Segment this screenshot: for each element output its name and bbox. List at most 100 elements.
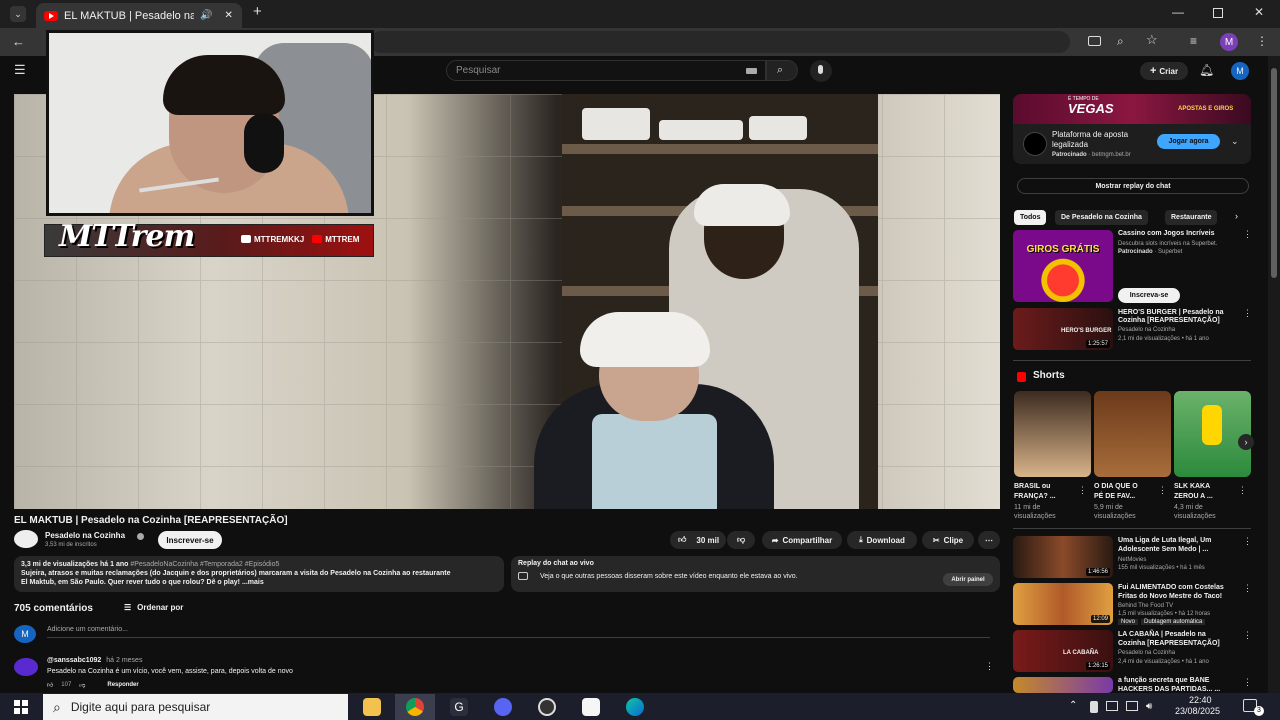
hashtags[interactable]: #PesadeloNaCozinha #Temporada2 #Episódio… [130,561,279,568]
short-title-3[interactable]: SLK KAKA ZEROU A ... [1174,482,1242,502]
browser-menu-icon[interactable]: ⋮ [1256,35,1268,47]
clock-date[interactable]: 23/08/2025 [1175,706,1220,716]
comment-like-icon[interactable]: 👍︎ [47,681,53,689]
clock-time[interactable]: 22:40 [1189,695,1212,705]
video-thumbnail[interactable]: 12:09 [1013,583,1113,625]
back-arrow-icon[interactable]: ← [12,35,25,48]
app-k-icon[interactable] [582,698,600,716]
channel-avatar-image[interactable] [14,530,38,548]
video-title-line1[interactable]: HERO'S BURGER | Pesadelo na [1118,309,1238,317]
download-button[interactable]: ⤓ Download [847,531,917,549]
comment-more-icon[interactable]: ⋮ [985,661,994,672]
short-thumbnail-1[interactable] [1014,391,1091,477]
promo-thumbnail[interactable]: GIROS GRÁTIS [1013,230,1113,302]
clip-button[interactable]: ✂ Clipe [922,531,974,549]
minimize-icon[interactable]: — [1172,6,1184,18]
speaker-icon[interactable]: 🔊 [200,10,212,21]
obs-icon[interactable] [538,698,556,716]
tray-icons[interactable]: 🔊︎ [1090,701,1170,713]
hamburger-menu-icon[interactable]: ☰ [14,63,26,76]
tab-list-chevron-icon[interactable]: ⌄ [10,6,26,22]
video-more-icon[interactable]: ⋮ [1243,677,1252,688]
video-title-line1[interactable]: a função secreta que BANE [1118,677,1238,685]
profile-avatar[interactable]: M [1220,33,1238,51]
chrome-icon[interactable] [406,698,424,716]
promo-more-icon[interactable]: ⋮ [1243,229,1252,240]
keyboard-icon[interactable] [746,68,757,74]
video-more-icon[interactable]: ⋮ [1243,583,1252,594]
app-g-icon[interactable]: G [450,698,468,716]
video-thumbnail[interactable] [1013,677,1113,693]
video-more-icon[interactable]: ⋮ [1243,308,1252,319]
video-channel[interactable]: Pesadelo na Cozinha [1118,649,1243,657]
voice-search-button[interactable] [810,60,832,82]
chip-restaurant[interactable]: Restaurante [1165,210,1218,225]
scrollbar-thumb[interactable] [1271,68,1277,278]
more-actions-button[interactable]: ⋯ [978,531,1000,549]
ad-expand-chevron-icon[interactable]: ⌄ [1231,136,1239,147]
search-button[interactable]: ⌕ [766,60,798,81]
show-chat-replay-button[interactable]: Mostrar replay do chat [1017,178,1249,194]
more-link[interactable]: ...mais [242,579,264,586]
promo-subscribe-button[interactable]: Inscreva-se [1118,288,1180,303]
dislike-button[interactable]: 👎︎ [727,531,755,549]
browser-tab-active[interactable]: EL MAKTUB | Pesadelo na C 🔊 ✕ [36,3,242,28]
short-thumbnail-3[interactable] [1174,391,1251,477]
description-box[interactable]: 3,3 mi de visualizações há 1 ano #Pesade… [14,556,504,592]
search-input[interactable]: Pesquisar [446,60,766,81]
tray-chevron-icon[interactable]: ⌃ [1069,700,1077,711]
video-thumbnail[interactable]: HERO'S BURGER 1:25:57 [1013,308,1113,350]
new-tab-plus-icon[interactable]: + [253,4,262,19]
video-more-icon[interactable]: ⋮ [1243,536,1252,547]
ad-cta-button[interactable]: Jogar agora [1157,134,1220,149]
tab-close-icon[interactable]: ✕ [224,10,232,21]
sort-comments-button[interactable]: ☰ Ordenar por [124,603,183,612]
comment-author[interactable]: @sanssabc1092 [47,657,101,664]
restore-icon[interactable] [1213,8,1223,18]
video-channel[interactable]: Behind The Food TV [1118,602,1243,610]
address-bar[interactable] [370,31,1070,53]
add-comment-input[interactable]: Adicione um comentário... [47,626,990,638]
channel-avatar[interactable]: M [1231,62,1249,80]
short-more-icon-1[interactable]: ⋮ [1078,485,1087,496]
chips-next-arrow-icon[interactable]: › [1235,211,1238,221]
video-more-icon[interactable]: ⋮ [1243,630,1252,641]
create-button[interactable]: + Criar [1140,62,1188,80]
usb-icon[interactable] [1090,701,1098,713]
short-title-2[interactable]: O DIA QUE O PÉ DE FAV... [1094,482,1162,502]
video-channel[interactable]: NetMovies [1118,556,1243,564]
notifications-bell-icon[interactable]: 🔔︎ [1199,64,1214,76]
video-thumbnail[interactable]: LA CABAÑA 1:26:15 [1013,630,1113,672]
video-title-line2[interactable]: Cozinha [REAPRESENTAÇÃO] [1118,317,1238,325]
video-title-line1[interactable]: Fui ALIMENTADO com Costelas [1118,584,1238,592]
share-button[interactable]: ➦ Compartilhar [762,531,842,549]
video-thumbnail[interactable]: 1:46:56 [1013,536,1113,578]
volume-icon[interactable]: 🔊︎ [1146,701,1152,713]
short-more-icon-2[interactable]: ⋮ [1158,485,1167,496]
zoom-icon[interactable]: ⌕ [1117,35,1124,47]
network-icon[interactable] [1106,701,1118,711]
short-more-icon-3[interactable]: ⋮ [1238,485,1247,496]
video-title-line2[interactable]: Cozinha [REAPRESENTAÇÃO] [1118,640,1238,648]
channel-name[interactable]: Pesadelo na Cozinha [45,531,125,540]
shorts-next-button[interactable]: › [1238,434,1254,450]
edge-icon[interactable] [626,698,644,716]
promo-title[interactable]: Cassino com Jogos Incríveis [1118,230,1238,238]
media-control-icon[interactable]: ≡ [1190,35,1197,47]
short-thumbnail-2[interactable] [1094,391,1171,477]
like-button[interactable]: 👍︎ 30 mil [670,531,726,549]
subscribe-button[interactable]: Inscrever-se [158,531,222,549]
page-scrollbar[interactable] [1268,56,1280,693]
screen-icon[interactable] [1126,701,1138,711]
windows-start-icon[interactable] [14,700,28,714]
video-title-line1[interactable]: LA CABAÑA | Pesadelo na [1118,631,1238,639]
ad-card[interactable]: É TEMPO DE VEGAS APOSTAS E GIROS Platafo… [1013,94,1251,164]
taskbar-search[interactable]: ⌕ Digite aqui para pesquisar [43,694,348,720]
short-title-1[interactable]: BRASIL ou FRANÇA? ... [1014,482,1082,502]
discord-icon[interactable] [494,698,512,716]
cast-icon[interactable] [1088,36,1101,46]
video-title-line1[interactable]: Uma Liga de Luta Ilegal, Um [1118,537,1238,545]
chip-channel[interactable]: De Pesadelo na Cozinha [1055,210,1148,225]
comment-dislike-icon[interactable]: 👎︎ [79,681,85,689]
video-channel[interactable]: Pesadelo na Cozinha [1118,326,1243,334]
